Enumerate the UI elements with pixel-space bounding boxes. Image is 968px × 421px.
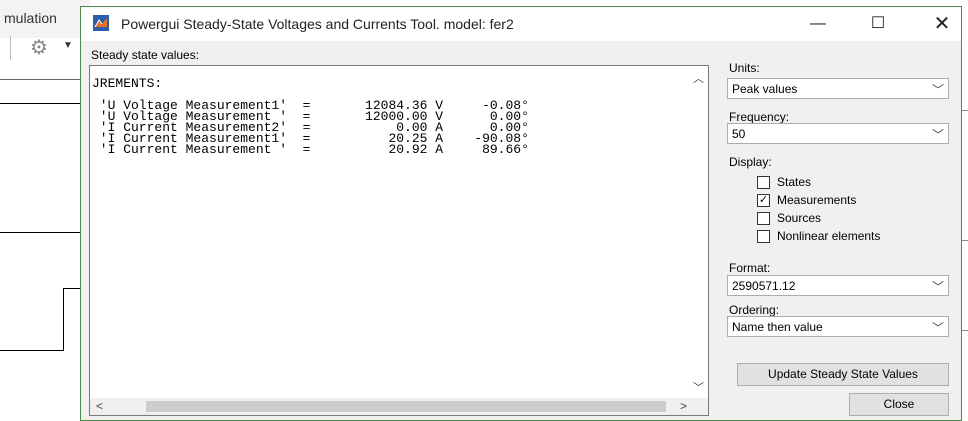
chevron-down-icon[interactable]: ﹀ xyxy=(932,278,944,295)
steady-state-values-label: Steady state values: xyxy=(91,48,200,62)
frequency-label: Frequency: xyxy=(729,110,790,124)
close-window-button[interactable]: ✕ xyxy=(919,7,965,41)
background-title-bar: mulation xyxy=(0,0,90,38)
update-steady-state-values-button[interactable]: Update Steady State Values xyxy=(737,363,949,386)
maximize-button[interactable]: ☐ xyxy=(855,7,901,41)
diagram-line-right xyxy=(962,240,968,241)
diagram-line xyxy=(63,288,64,350)
ordering-dropdown[interactable]: Name then value ﹀ xyxy=(727,316,949,337)
scroll-up-icon[interactable]: ︿ xyxy=(693,70,704,86)
ordering-value: Name then value xyxy=(732,320,823,334)
format-value: 2590571.12 xyxy=(732,279,796,293)
measurements-label: Measurements xyxy=(777,193,857,207)
diagram-line xyxy=(0,350,64,351)
frequency-value: 50 xyxy=(732,127,746,141)
checkbox-checked[interactable]: ✓ xyxy=(757,194,770,207)
output-line: JREMENTS: xyxy=(92,76,163,91)
dialog-title: Powergui Steady-State Voltages and Curre… xyxy=(121,16,514,32)
gear-icon[interactable]: ⚙ xyxy=(30,35,48,60)
sources-label: Sources xyxy=(777,211,822,225)
diagram-line xyxy=(0,232,80,233)
checkbox-unchecked[interactable] xyxy=(757,176,770,189)
steady-state-output-box[interactable]: JREMENTS: 'U Voltage Measurement1' = 120… xyxy=(89,65,709,416)
minimize-button[interactable]: — xyxy=(795,7,841,41)
powergui-app-icon xyxy=(93,15,109,31)
scroll-right-icon[interactable]: > xyxy=(680,399,687,413)
units-value: Peak values xyxy=(732,82,798,96)
units-label: Units: xyxy=(729,61,760,75)
chevron-down-icon[interactable]: ﹀ xyxy=(932,81,944,98)
format-dropdown[interactable]: 2590571.12 ﹀ xyxy=(727,275,949,296)
scroll-left-icon[interactable]: < xyxy=(96,399,103,413)
format-label: Format: xyxy=(729,261,771,275)
diagram-line xyxy=(63,288,80,289)
output-line: 'I Current Measurement ' = 20.92 A 89.66… xyxy=(92,142,529,157)
checkbox-unchecked[interactable] xyxy=(757,212,770,225)
diagram-line-right xyxy=(962,110,968,111)
scrollbar-corner xyxy=(691,398,708,415)
close-button[interactable]: Close xyxy=(849,393,949,416)
diagram-line-right xyxy=(962,330,968,331)
states-label: States xyxy=(777,175,812,189)
background-window-title: mulation xyxy=(4,10,57,26)
toolbar-separator xyxy=(10,36,11,60)
steady-state-tool-dialog: Powergui Steady-State Voltages and Curre… xyxy=(80,6,962,421)
chevron-down-icon[interactable]: ﹀ xyxy=(932,126,944,143)
nonlinear-elements-label: Nonlinear elements xyxy=(777,229,881,243)
checkbox-unchecked[interactable] xyxy=(757,230,770,243)
frequency-dropdown[interactable]: 50 ﹀ xyxy=(727,123,949,144)
diagram-line xyxy=(0,79,80,80)
dialog-title-bar[interactable]: Powergui Steady-State Voltages and Curre… xyxy=(81,7,961,41)
units-dropdown[interactable]: Peak values ﹀ xyxy=(727,78,949,99)
diagram-line xyxy=(0,103,80,104)
chevron-down-icon[interactable]: ﹀ xyxy=(932,319,944,336)
chevron-down-icon[interactable]: ▼ xyxy=(63,40,73,51)
steady-state-output-text[interactable]: JREMENTS: 'U Voltage Measurement1' = 120… xyxy=(92,76,529,157)
display-label: Display: xyxy=(729,155,772,169)
scroll-down-icon[interactable]: ﹀ xyxy=(693,379,704,395)
horizontal-scrollbar[interactable]: < > xyxy=(90,398,693,415)
vertical-scrollbar[interactable]: ︿ ﹀ xyxy=(691,66,708,399)
horizontal-scroll-thumb[interactable] xyxy=(146,401,666,412)
ordering-label: Ordering: xyxy=(729,303,780,317)
